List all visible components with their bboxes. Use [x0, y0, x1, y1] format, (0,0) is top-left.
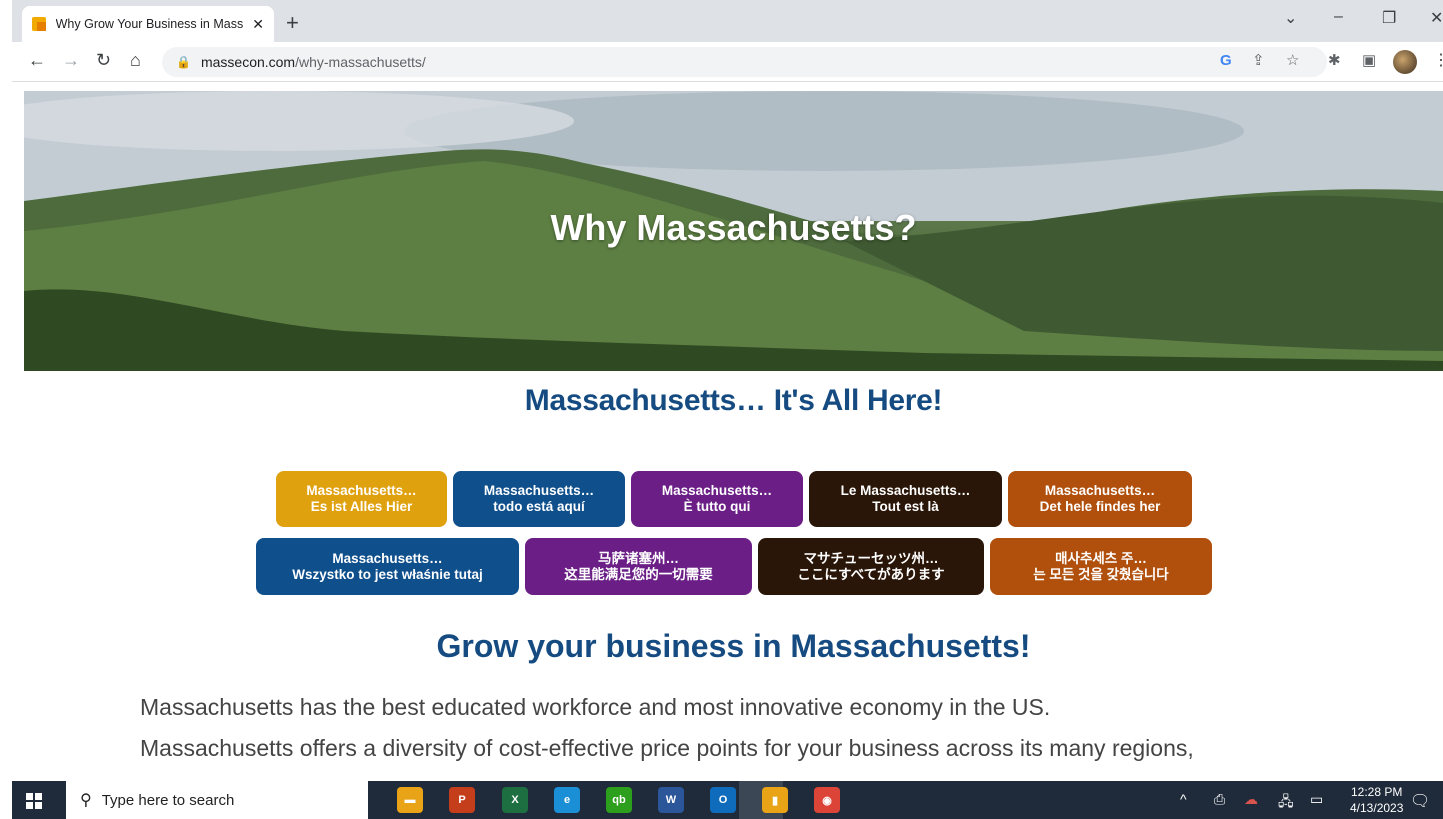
file-explorer-icon[interactable]: ▬	[397, 787, 423, 813]
lang-button-line1: Massachusetts…	[1044, 483, 1156, 498]
lang-button-italian[interactable]: Massachusetts… È tutto qui	[631, 471, 803, 527]
lang-button-korean[interactable]: 매사추세츠 주… 는 모든 것을 갖췄습니다	[990, 538, 1212, 595]
tray-onedrive-icon[interactable]: ☁	[1244, 791, 1258, 808]
page-subheading: Massachusetts… It's All Here!	[524, 384, 943, 417]
tab-search-icon[interactable]: ⌄	[1284, 8, 1297, 28]
hero-banner: Why Massachusetts?	[24, 91, 1443, 371]
grow-heading: Grow your business in Massachusetts!	[436, 628, 1031, 664]
tray-battery-icon[interactable]: ▭	[1310, 791, 1323, 808]
lang-button-line1: Massachusetts…	[306, 483, 417, 498]
forward-icon[interactable]: →	[62, 50, 80, 71]
lang-button-line2: 这里能满足您的一切需要	[564, 566, 713, 582]
back-icon[interactable]: ←	[28, 50, 46, 71]
lang-button-danish[interactable]: Massachusetts… Det hele findes her	[1008, 471, 1192, 527]
excel-icon[interactable]: X	[502, 787, 528, 813]
edge-icon[interactable]: e	[554, 787, 580, 813]
lang-button-spanish[interactable]: Massachusetts… todo está aquí	[453, 471, 625, 527]
windows-start-icon[interactable]	[26, 793, 42, 809]
lang-button-line1: Le Massachusetts…	[840, 483, 971, 498]
site-favicon-icon	[32, 17, 46, 31]
body-paragraph-line: Massachusetts offers a diversity of cost…	[140, 735, 1194, 761]
tray-chevron-icon[interactable]: ^	[1180, 791, 1187, 807]
lang-button-line1: マサチューセッツ州…	[803, 550, 939, 566]
body-paragraph-line: Massachusetts has the best educated work…	[140, 694, 1051, 720]
lang-button-line2: todo está aquí	[493, 499, 585, 514]
lock-icon[interactable]: 🔒	[176, 55, 191, 69]
home-icon[interactable]: ⌂	[130, 50, 141, 71]
close-window-icon[interactable]: ✕	[1430, 8, 1443, 28]
lang-button-line2: È tutto qui	[683, 499, 751, 514]
address-bar[interactable]: 🔒 massecon.com /why-massachusetts/	[162, 47, 1327, 77]
lang-button-line2: 는 모든 것을 갖췄습니다	[1033, 566, 1169, 582]
lang-button-line1: Massachusetts…	[661, 483, 773, 498]
lang-button-french[interactable]: Le Massachusetts… Tout est là	[809, 471, 1002, 527]
lang-button-line1: Massachusetts…	[483, 483, 595, 498]
minimize-icon[interactable]: –	[1334, 8, 1343, 26]
lang-button-line2: Es ist Alles Hier	[310, 499, 413, 514]
url-host: massecon.com	[200, 54, 296, 70]
lang-button-polish[interactable]: Massachusetts… Wszystko to jest właśnie …	[256, 538, 519, 595]
sticky-app-icon[interactable]: ▮	[762, 787, 788, 813]
tray-network-icon[interactable]: 🖧	[1278, 791, 1294, 815]
word-icon[interactable]: W	[658, 787, 684, 813]
profile-avatar[interactable]	[1393, 50, 1417, 74]
chrome-icon[interactable]: ◉	[814, 787, 840, 813]
taskbar-search-box[interactable]: ⚲ Type here to search	[66, 781, 368, 819]
extensions-icon[interactable]: ✱	[1328, 51, 1341, 69]
reload-icon[interactable]: ↻	[96, 50, 111, 71]
taskbar-clock[interactable]: 12:28 PM 4/13/2023	[1350, 784, 1403, 816]
powerpoint-icon[interactable]: P	[449, 787, 475, 813]
restore-icon[interactable]: ❐	[1382, 8, 1396, 28]
search-placeholder: Type here to search	[101, 791, 235, 809]
share-icon[interactable]: ⇪	[1252, 51, 1265, 69]
hero-title: Why Massachusetts?	[550, 207, 917, 248]
outlook-icon[interactable]: O	[710, 787, 736, 813]
search-icon: ⚲	[80, 792, 92, 809]
tab-title: Why Grow Your Business in Mass	[55, 17, 244, 31]
windows-taskbar: ⚲ Type here to search ▬ P Xe qb W O ▮ ◉ ^ ⎙ ☁ 🖧…	[12, 781, 1443, 819]
lang-button-line1: 马萨诸塞州…	[598, 550, 679, 566]
bookmark-star-icon[interactable]: ☆	[1286, 51, 1299, 69]
lang-button-line2: Wszystko to jest właśnie tutaj	[292, 566, 483, 582]
url-path: /why-massachusetts/	[295, 54, 426, 70]
lang-button-japanese[interactable]: マサチューセッツ州… ここにすべてがあります	[758, 538, 984, 595]
window-edge	[0, 0, 12, 819]
browser-tab[interactable]: Why Grow Your Business in Mass ✕	[22, 6, 274, 42]
menu-kebab-icon[interactable]: ⋮	[1433, 50, 1443, 70]
clock-date: 4/13/2023	[1350, 801, 1404, 815]
lang-button-line2: Det hele findes her	[1039, 499, 1161, 514]
quickbooks-icon[interactable]: qb	[606, 787, 632, 813]
tray-device-icon[interactable]: ⎙	[1214, 791, 1225, 808]
google-translate-icon[interactable]: G	[1220, 52, 1232, 69]
lang-button-line1: Massachusetts…	[332, 550, 443, 566]
notifications-icon[interactable]: 🗨	[1410, 791, 1430, 811]
tab-close-icon[interactable]: ✕	[252, 16, 264, 33]
new-tab-button[interactable]: +	[286, 10, 299, 36]
lang-button-german[interactable]: Massachusetts… Es ist Alles Hier	[276, 471, 447, 527]
lang-button-chinese[interactable]: 马萨诸塞州… 这里能满足您的一切需要	[525, 538, 752, 595]
lang-button-line2: Tout est là	[872, 499, 939, 514]
lang-button-line1: 매사추세츠 주…	[1055, 550, 1147, 566]
side-panel-icon[interactable]: ▣	[1362, 51, 1376, 69]
clock-time: 12:28 PM	[1351, 785, 1403, 799]
lang-button-line2: ここにすべてがあります	[797, 566, 945, 582]
